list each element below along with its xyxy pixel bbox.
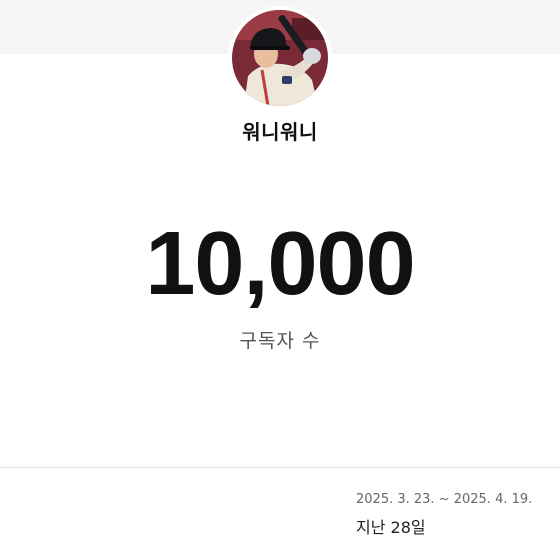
period-label: 지난 28일 (356, 518, 426, 537)
divider (0, 467, 560, 468)
milestone-card: 워니워니 10,000 구독자 수 2025. 3. 23. ~ 2025. 4… (0, 0, 560, 560)
channel-name: 워니워니 (242, 120, 318, 144)
avatar (232, 10, 328, 106)
subscriber-label: 구독자 수 (239, 330, 321, 352)
baseball-player-photo-icon (232, 10, 328, 106)
date-range: 2025. 3. 23. ~ 2025. 4. 19. (356, 492, 533, 507)
subscriber-count: 10,000 (145, 214, 415, 314)
